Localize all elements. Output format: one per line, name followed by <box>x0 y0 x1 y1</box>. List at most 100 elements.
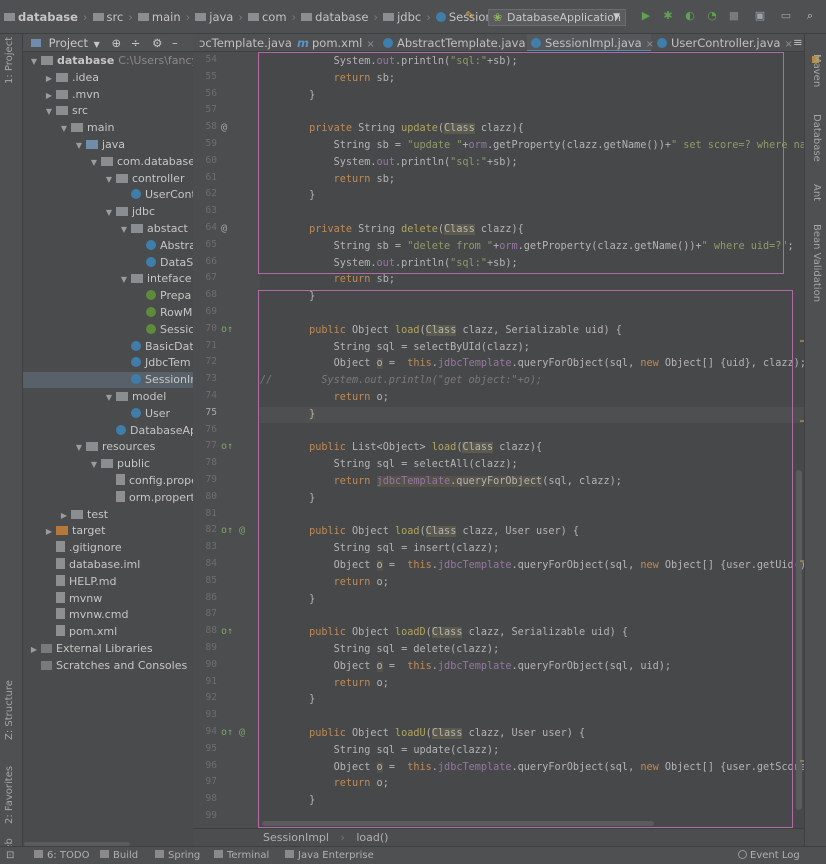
breadcrumb-method[interactable]: load() <box>356 831 388 844</box>
tree-item-main[interactable]: ▼ main <box>23 120 193 136</box>
run-configuration-select[interactable]: ❀ DatabaseApplication ▼ <box>488 9 626 26</box>
editor-horizontal-scrollbar[interactable] <box>262 821 654 826</box>
project-view-select[interactable]: Project <box>49 36 88 50</box>
tree-item-gitignore[interactable]: .gitignore <box>23 540 193 556</box>
error-stripe-mark[interactable] <box>800 560 804 562</box>
tree-item-resources[interactable]: ▼ resources <box>23 439 193 455</box>
chevron-down-icon[interactable]: ▼ <box>72 440 86 456</box>
event-log-button[interactable]: Event Log <box>738 847 800 864</box>
search-icon[interactable]: ⌕ <box>804 10 816 22</box>
collapse-icon[interactable]: ÷ <box>131 36 141 50</box>
chevron-right-icon[interactable]: ▶ <box>57 508 71 524</box>
favorites-tool-button[interactable]: 2: Favorites <box>4 766 15 824</box>
ant-tool-button[interactable]: Ant <box>811 184 822 201</box>
tree-item-database[interactable]: ▼databaseC:\Users\fancy55\ <box>23 53 193 69</box>
tree-item-usercont[interactable]: UserCont <box>23 187 193 203</box>
override-icon[interactable]: o↑ <box>221 324 233 335</box>
override-icon[interactable]: o↑ @ <box>221 525 245 536</box>
chevron-down-icon[interactable]: ▼ <box>94 40 100 49</box>
tree-item-public[interactable]: ▼ public <box>23 456 193 472</box>
error-stripe-mark[interactable] <box>800 340 804 342</box>
window-icon[interactable]: ▭ <box>780 10 792 22</box>
breadcrumb-item-database[interactable]: database <box>4 10 78 24</box>
structure-tool-button[interactable]: Z: Structure <box>4 680 15 740</box>
code-editor[interactable]: System.out.println("sql:"+sb); return sb… <box>260 52 804 828</box>
breadcrumb-item-main[interactable]: main <box>137 10 181 24</box>
chevron-right-icon[interactable]: ▶ <box>27 642 41 658</box>
tree-item-jdbc[interactable]: ▼ jdbc <box>23 204 193 220</box>
tool-window-spring[interactable]: Spring <box>155 847 200 864</box>
tool-window-6-todo[interactable]: 6: TODO <box>34 847 89 864</box>
tree-item-mvn[interactable]: ▶ .mvn <box>23 87 193 103</box>
tab-ctemplate-java[interactable]: ɔcTemplate.java <box>195 34 292 51</box>
tree-item-user[interactable]: User <box>23 406 193 422</box>
chevron-right-icon[interactable]: ▶ <box>42 524 56 540</box>
tab-abstracttemplate-java[interactable]: AbstractTemplate.java× <box>379 34 538 51</box>
hide-icon[interactable]: – <box>172 36 178 50</box>
run-icon[interactable]: ▶ <box>640 10 652 22</box>
database-tool-button[interactable]: Database <box>811 114 822 162</box>
bean-validation-tool-button[interactable]: Bean Validation <box>811 224 822 302</box>
project-tool-button[interactable]: 1: Project <box>4 37 15 84</box>
coverage-icon[interactable]: ◐ <box>684 10 696 22</box>
gear-icon[interactable]: ⚙ <box>152 36 162 50</box>
tree-item-basicdata[interactable]: BasicData <box>23 339 193 355</box>
toggle-tool-windows-icon[interactable]: ⊡ <box>6 847 14 864</box>
tree-item-sessionir[interactable]: SessionIr <box>23 372 193 389</box>
override-icon[interactable]: o↑ @ <box>221 727 245 738</box>
tree-item-rowm[interactable]: RowM <box>23 305 193 321</box>
tree-item-com-database[interactable]: ▼ com.database <box>23 154 193 170</box>
breadcrumb-item-java[interactable]: java <box>195 10 233 24</box>
chevron-down-icon[interactable]: ▼ <box>117 222 131 238</box>
tree-item-jdbctem[interactable]: JdbcTem <box>23 355 193 371</box>
locate-icon[interactable]: ⊕ <box>111 36 121 50</box>
tab-list-icon[interactable]: ≡ <box>793 35 803 49</box>
chevron-right-icon[interactable]: ▶ <box>42 88 56 104</box>
tree-item-inteface[interactable]: ▼ inteface <box>23 271 193 287</box>
profile-icon[interactable]: ◔ <box>706 10 718 22</box>
chevron-down-icon[interactable]: ▼ <box>27 54 41 70</box>
tree-item-mvnw-cmd[interactable]: mvnw.cmd <box>23 607 193 623</box>
chevron-down-icon[interactable]: ▼ <box>87 155 101 171</box>
chevron-down-icon[interactable]: ▼ <box>102 205 116 221</box>
tree-item-databaseap[interactable]: DatabaseAp <box>23 423 193 439</box>
tree-item-java[interactable]: ▼ java <box>23 137 193 153</box>
tab-sessionimpl-java[interactable]: SessionImpl.java × <box>527 34 654 51</box>
tree-item-abstact[interactable]: ▼ abstact <box>23 221 193 237</box>
tree-item-idea[interactable]: ▶ .idea <box>23 70 193 86</box>
tree-item-pom-xml[interactable]: pom.xml <box>23 624 193 640</box>
tree-item-external-libraries[interactable]: ▶ External Libraries <box>23 641 193 657</box>
chevron-down-icon[interactable]: ▼ <box>102 390 116 406</box>
tree-item-test[interactable]: ▶ test <box>23 507 193 523</box>
tree-item-sessic[interactable]: Sessic <box>23 322 193 338</box>
breadcrumb-item-jdbc[interactable]: jdbc <box>383 10 421 24</box>
breadcrumb-class[interactable]: SessionImpl <box>263 831 329 844</box>
tree-item-prepa[interactable]: Prepa <box>23 288 193 304</box>
tree-item-src[interactable]: ▼ src <box>23 103 193 119</box>
project-structure-icon[interactable]: ▣ <box>754 10 766 22</box>
tree-item-target[interactable]: ▶ target <box>23 523 193 539</box>
tree-item-model[interactable]: ▼ model <box>23 389 193 405</box>
close-icon[interactable]: × <box>366 39 374 50</box>
error-stripe-mark[interactable] <box>800 420 804 422</box>
chevron-down-icon[interactable]: ▼ <box>57 121 71 137</box>
chevron-down-icon[interactable]: ▼ <box>42 104 56 120</box>
tool-window-terminal[interactable]: Terminal <box>214 847 269 864</box>
tree-item-mvnw[interactable]: mvnw <box>23 591 193 607</box>
tree-item-scratches-and-consoles[interactable]: Scratches and Consoles <box>23 658 193 674</box>
hammer-icon[interactable]: ✎ <box>464 10 476 22</box>
breadcrumb-item-database[interactable]: database <box>301 10 368 24</box>
tab-pom-xml[interactable]: m pom.xml × <box>293 34 377 51</box>
error-stripe-mark[interactable] <box>800 760 804 762</box>
override-icon[interactable]: o↑ <box>221 626 233 637</box>
tree-item-database-iml[interactable]: database.iml <box>23 557 193 573</box>
annotation-icon[interactable]: @ <box>221 223 227 234</box>
breadcrumb-item-src[interactable]: src <box>92 10 123 24</box>
chevron-down-icon[interactable]: ▼ <box>102 172 116 188</box>
debug-icon[interactable]: ✱ <box>662 10 674 22</box>
tree-item-help-md[interactable]: HELP.md <box>23 574 193 590</box>
close-icon[interactable]: × <box>784 39 792 50</box>
chevron-down-icon[interactable]: ▼ <box>87 457 101 473</box>
maven-tool-button[interactable]: Maven <box>811 54 822 87</box>
annotation-icon[interactable]: @ <box>221 122 227 133</box>
